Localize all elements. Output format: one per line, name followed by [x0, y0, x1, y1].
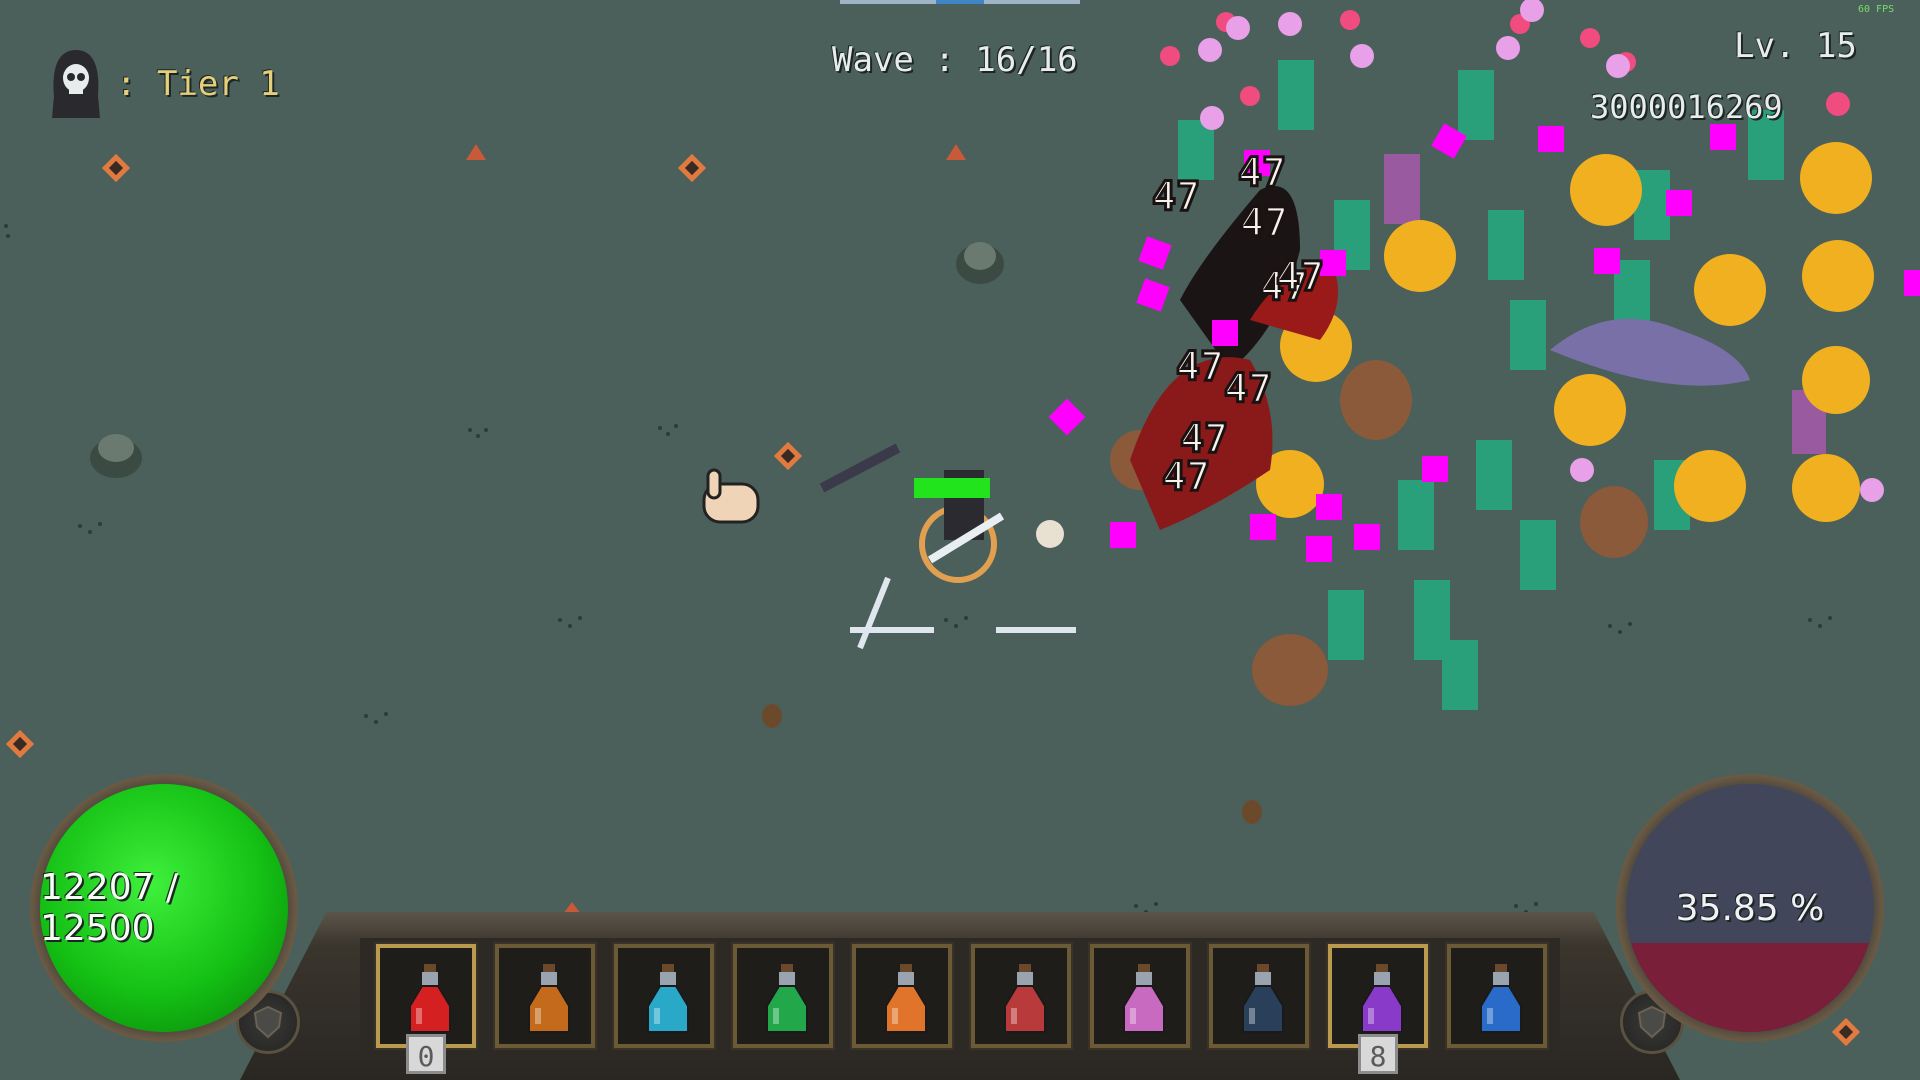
orange-potion-icon — [528, 964, 570, 1033]
damage-number: 47 — [1152, 174, 1200, 220]
shield-icon — [253, 1005, 283, 1039]
damage-number: 47 — [1276, 254, 1324, 300]
experience-orb: 35.85 % — [1626, 784, 1874, 1032]
potion-slot[interactable] — [850, 942, 954, 1050]
score-counter: 3000016269 — [1590, 88, 1783, 126]
damage-number: 47 — [1162, 454, 1210, 500]
blue-potion-icon — [1480, 964, 1522, 1033]
top-progress-tab — [840, 0, 1080, 4]
bush-obstacles — [90, 242, 1004, 478]
potion-slot[interactable] — [612, 942, 716, 1050]
red-potion-icon — [409, 964, 451, 1033]
fps-counter: 60 FPS — [1858, 4, 1895, 15]
experience-fill — [1626, 943, 1874, 1032]
potion-slot[interactable] — [374, 942, 478, 1050]
cursor-hand-icon — [702, 468, 760, 524]
dark-potion-icon — [1242, 964, 1284, 1033]
potion-slot[interactable] — [969, 942, 1073, 1050]
potion-slot[interactable] — [493, 942, 597, 1050]
tier-label: : Tier 1 — [116, 64, 280, 104]
player-health-bar-fill — [914, 478, 990, 498]
ground-decoration — [4, 224, 1832, 914]
wave-counter: Wave : 16/16 — [832, 40, 1078, 80]
damage-number: 47 — [1240, 200, 1288, 246]
damage-number: 47 — [1238, 150, 1286, 196]
potion-slot[interactable] — [731, 942, 835, 1050]
green-potion-icon — [766, 964, 808, 1033]
skull-reaper-icon — [52, 50, 100, 118]
pink-potion-icon — [1123, 964, 1165, 1033]
player-level: Lv. 15 — [1734, 26, 1857, 66]
health-orb: 12207 / 12500 — [40, 784, 288, 1032]
cyan-potion-icon — [647, 964, 689, 1033]
purple-potion-icon — [1361, 964, 1403, 1033]
health-text: 12207 / 12500 — [40, 867, 179, 949]
experience-text: 35.85 % — [1675, 887, 1825, 929]
potion-slot[interactable] — [1326, 942, 1430, 1050]
potion-slot[interactable] — [1088, 942, 1192, 1050]
tier-indicator: : Tier 1 — [50, 48, 280, 120]
potion-count: 0 — [406, 1034, 446, 1074]
potion-slot[interactable] — [1445, 942, 1549, 1050]
potion-slot[interactable] — [1207, 942, 1311, 1050]
damage-number: 47 — [1176, 344, 1224, 390]
crimson-potion-icon — [1004, 964, 1046, 1033]
damage-number: 47 — [1224, 366, 1272, 412]
potion-count: 8 — [1358, 1034, 1398, 1074]
fire-potion-icon — [885, 964, 927, 1033]
